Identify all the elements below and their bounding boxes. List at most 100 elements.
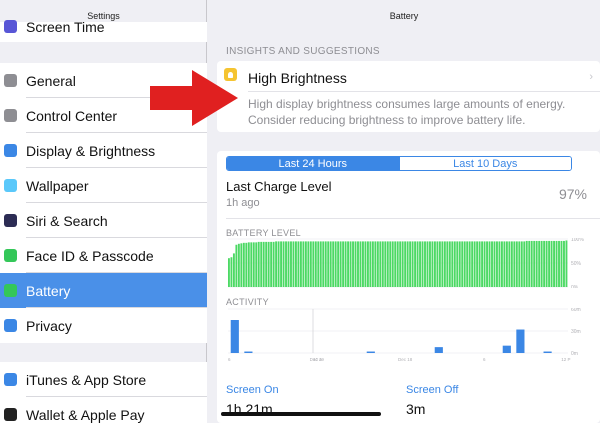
battery-level-label: BATTERY LEVEL	[226, 228, 301, 238]
battery-bar	[270, 241, 273, 287]
sidebar-item-label: Siri & Search	[26, 212, 108, 229]
battery-bar	[419, 241, 421, 287]
battery-bar	[332, 241, 335, 287]
battery-bar	[285, 241, 287, 287]
battery-bar	[553, 240, 555, 287]
battery-bar	[347, 241, 350, 287]
battery-bar	[510, 241, 513, 287]
activity-bar	[516, 329, 525, 353]
activity-label: ACTIVITY	[226, 297, 269, 307]
screen-off-value: 3m	[406, 401, 426, 417]
wallet-icon	[4, 408, 17, 421]
sidebar-item-wallpaper[interactable]: Wallpaper	[0, 168, 207, 203]
battery-bar	[389, 241, 392, 287]
sidebar-item-label: Battery	[26, 282, 71, 299]
insight-card[interactable]: High Brightness › High display brightnes…	[217, 61, 600, 132]
battery-bar	[322, 241, 325, 287]
battery-bar	[379, 241, 382, 287]
battery-bar	[515, 241, 518, 287]
battery-bar	[463, 241, 466, 287]
battery-bar	[277, 241, 280, 287]
battery-bar	[456, 241, 459, 287]
sidebar-item-screen-time[interactable]: Screen Time	[0, 7, 207, 42]
chevron-right-icon: ›	[589, 71, 593, 83]
sidebar-item-display-brightness[interactable]: Display & Brightness	[0, 133, 207, 168]
segment-last-24-hours[interactable]: Last 24 Hours	[227, 157, 399, 170]
screen-off-label[interactable]: Screen Off	[406, 384, 458, 396]
battery-bar	[252, 242, 255, 287]
battery-bar	[369, 241, 372, 287]
battery-bar	[505, 241, 508, 287]
battery-bar	[429, 241, 431, 287]
sidebar-item-face-id-passcode[interactable]: Face ID & Passcode	[0, 238, 207, 273]
battery-bar	[401, 241, 404, 287]
battery-bar	[433, 241, 436, 287]
battery-bar	[357, 241, 359, 287]
ipad-screen: Settings Screen Time General Control Cent…	[0, 0, 600, 423]
battery-bar	[496, 241, 498, 287]
battery-bar	[262, 241, 265, 287]
battery-bar	[290, 241, 292, 287]
sidebar-item-wallet-apple-pay[interactable]: Wallet & Apple Pay	[0, 397, 207, 423]
insight-title: High Brightness	[248, 70, 347, 86]
y-tick-label: 30m	[571, 329, 581, 335]
battery-bar	[265, 241, 268, 287]
battery-bar	[295, 241, 297, 287]
sidebar-group-top: Screen Time	[0, 19, 207, 42]
hourglass-icon	[4, 20, 17, 33]
screen-on-label[interactable]: Screen On	[226, 384, 279, 396]
battery-bar	[523, 241, 526, 287]
battery-bar	[409, 241, 412, 287]
battery-bar	[498, 241, 501, 287]
sidebar-item-label: Wallet & Apple Pay	[26, 406, 145, 423]
battery-bar	[468, 241, 471, 287]
battery-bar	[267, 241, 270, 287]
battery-bar	[230, 257, 233, 287]
battery-bar	[364, 241, 367, 287]
battery-bar	[342, 241, 345, 287]
battery-bar	[473, 241, 476, 287]
page-title: Battery	[389, 11, 419, 21]
battery-bar	[362, 241, 364, 287]
battery-bar	[384, 241, 387, 287]
battery-bar	[391, 241, 394, 287]
battery-bar	[508, 241, 511, 287]
battery-bar	[237, 243, 240, 287]
battery-bar	[228, 258, 230, 287]
battery-bar	[446, 241, 449, 287]
battery-bar	[411, 241, 414, 287]
last-charge-time: 1h ago	[226, 197, 260, 209]
divider	[248, 91, 600, 92]
battery-bar	[530, 240, 533, 287]
battery-bar	[339, 241, 342, 287]
battery-stats-card: Last 24 Hours Last 10 Days Last Charge L…	[217, 151, 600, 423]
activity-bar	[502, 345, 511, 353]
battery-bar	[483, 241, 486, 287]
battery-bar	[329, 241, 332, 287]
red-arrow-annotation	[150, 70, 238, 126]
y-tick-label: 0%	[571, 285, 579, 288]
segment-last-10-days[interactable]: Last 10 Days	[398, 157, 571, 170]
battery-bar	[349, 241, 352, 287]
battery-bar	[406, 241, 409, 287]
sidebar-item-siri-search[interactable]: Siri & Search	[0, 203, 207, 238]
battery-bar	[525, 240, 528, 287]
battery-bar	[394, 241, 397, 287]
sidebar-item-privacy[interactable]: Privacy	[0, 308, 207, 343]
last-charge-title: Last Charge Level	[226, 179, 332, 194]
battery-bar	[292, 241, 295, 287]
sidebar-item-itunes-app-store[interactable]: iTunes & App Store	[0, 362, 207, 397]
battery-bar	[421, 241, 424, 287]
battery-bar	[436, 241, 439, 287]
battery-bar	[399, 241, 402, 287]
sidebar-item-battery[interactable]: Battery	[0, 273, 207, 308]
x-tick-label: Dec 18	[398, 357, 413, 362]
battery-bar	[528, 240, 531, 287]
sidebar-item-label: Face ID & Passcode	[26, 247, 154, 264]
battery-bar	[304, 241, 307, 287]
battery-bar	[232, 253, 235, 287]
battery-bar	[491, 241, 493, 287]
battery-bar	[520, 241, 523, 287]
battery-bar	[488, 241, 491, 287]
y-tick-label: 0m	[571, 351, 578, 357]
